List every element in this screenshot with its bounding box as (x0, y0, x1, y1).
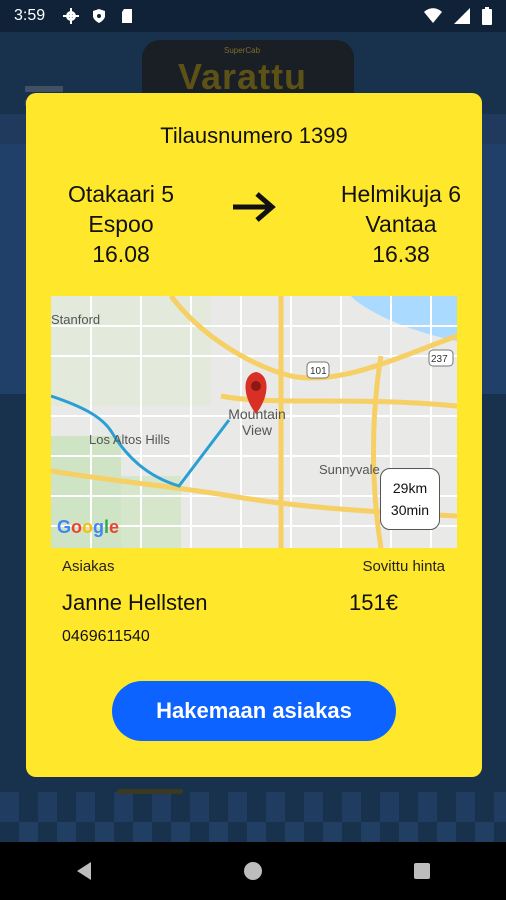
navigation-bar (0, 842, 506, 900)
shield-101-label: 101 (310, 366, 327, 377)
status-bar: 3:59 (0, 0, 506, 32)
pickup-customer-button[interactable]: Hakemaan asiakas (112, 681, 396, 741)
shield-237-label: 237 (431, 354, 448, 365)
home-circle-icon (243, 862, 262, 880)
drag-handle (117, 789, 183, 794)
home-button[interactable] (223, 851, 283, 891)
customer-label: Asiakas (62, 558, 115, 575)
distance-duration-box: 29km 30min (380, 468, 440, 530)
recents-square-icon (413, 863, 430, 879)
checker-pattern-row2 (0, 822, 506, 842)
pickup-city: Espoo (88, 211, 154, 237)
shield-icon (93, 9, 106, 23)
back-button[interactable] (54, 851, 114, 891)
pickup-info: Otakaari 5 Espoo 16.08 (46, 179, 196, 269)
google-logo: Google (57, 517, 120, 537)
settings-icon (63, 8, 80, 24)
sd-card-icon (122, 9, 133, 23)
pickup-street: Otakaari 5 (67, 181, 175, 207)
arrow-right-icon (233, 192, 276, 222)
map-label-sunnyvale: Sunnyvale (319, 462, 380, 477)
brand-small: SuperCab (224, 46, 261, 55)
dropoff-street: Helmikuja 6 (340, 181, 462, 207)
map-label-los-altos-hills: Los Altos Hills (89, 432, 170, 447)
customer-name: Janne Hellsten (62, 590, 208, 615)
recents-button[interactable] (392, 851, 452, 891)
dropoff-info: Helmikuja 6 Vantaa 16.38 (316, 179, 486, 269)
price-value: 151€ (349, 590, 398, 615)
battery-icon (482, 7, 492, 25)
customer-phone[interactable]: 0469611540 (62, 628, 150, 646)
distance-value: 29km (392, 480, 428, 496)
order-dialog: Tilausnumero 1399 Otakaari 5 Espoo 16.08… (26, 93, 482, 777)
wifi-icon (424, 8, 442, 23)
price-label: Sovittu hinta (362, 558, 445, 575)
status-time: 3:59 (14, 7, 46, 24)
signal-icon (454, 8, 470, 24)
dropoff-city: Vantaa (365, 211, 437, 237)
brand-title: Varattu (178, 56, 308, 97)
dropoff-time: 16.38 (372, 241, 430, 267)
map-label-mountain-view: Mountain View (228, 406, 286, 438)
duration-value: 30min (390, 502, 430, 518)
pickup-time: 16.08 (92, 241, 150, 267)
back-triangle-icon (77, 862, 92, 880)
map-label-stanford: Stanford (51, 312, 100, 327)
order-title: Tilausnumero 1399 (160, 123, 348, 148)
